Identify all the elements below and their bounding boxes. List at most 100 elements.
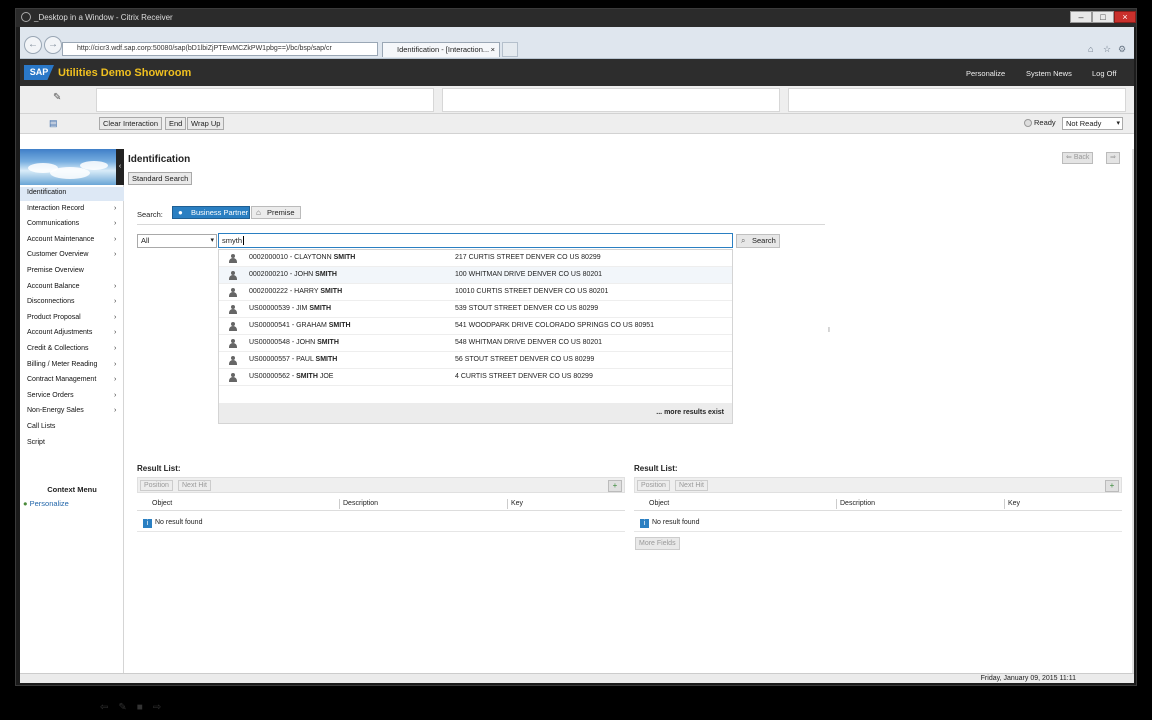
sidebar-item-script[interactable]: Script [20,437,124,451]
suggestion-match: SMITH [309,305,332,312]
info-icon: i [143,519,152,528]
back-button[interactable]: ⇐ Back [1062,152,1094,164]
edit-note-icon[interactable]: ✎ [53,92,61,103]
suggestion-address: 548 WHITMAN DRIVE DENVER CO US 80201 [455,339,603,346]
log-off-link[interactable]: Log Off [1092,69,1116,78]
vertical-scrollbar[interactable] [1132,149,1134,673]
next-hit-button-right[interactable]: Next Hit [675,480,708,491]
sidebar-item-product-proposal[interactable]: Product Proposal › [20,312,124,326]
chevron-right-icon: › [114,235,117,243]
col-description[interactable]: Description [840,497,875,511]
directory-icon[interactable]: ▤ [49,118,58,129]
suggestion-item[interactable]: 0002000010 - CLAYTONN SMITH 217 CURTIS ST… [219,250,732,267]
nav-collapse-toggle[interactable]: ‹ [116,149,124,185]
premise-tab[interactable]: ⌂ Premise [251,206,301,219]
forward-arrow-icon[interactable]: → [44,36,62,54]
clear-interaction-button[interactable]: Clear Interaction [99,117,163,130]
back-arrow-icon[interactable]: ⇦ [100,702,118,713]
monitor-icon[interactable]: ■ [137,702,153,713]
url-input[interactable]: http://cicr3.wdf.sap.corp:50080/sap(bD1l… [62,42,378,56]
suggestion-item[interactable]: 0002000222 - HARRY SMITH 10010 CURTIS STR… [219,284,732,301]
minimize-button[interactable]: – [1070,11,1092,23]
context-personalize-label: Personalize [29,499,69,508]
browser-tab-identification[interactable]: Identification - [Interaction... × [382,42,500,57]
sidebar-item-contract-management[interactable]: Contract Management › [20,374,124,388]
person-icon [229,322,237,331]
col-object[interactable]: Object [152,497,172,511]
end-button[interactable]: End [165,117,187,130]
next-hit-button-left[interactable]: Next Hit [178,480,211,491]
home-icon[interactable]: ⌂ [1088,44,1093,54]
sidebar-item-identification[interactable]: Identification [20,187,124,201]
add-person-icon[interactable]: + [608,480,622,492]
business-partner-tab[interactable]: ● Business Partner [172,206,250,219]
position-button-right[interactable]: Position [637,480,670,491]
forward-arrow-icon[interactable]: ⇨ [153,702,171,713]
suggestion-name: 0002000010 - CLAYTONN SMITH [249,250,355,266]
sidebar-item-account-adjustments[interactable]: Account Adjustments › [20,327,124,341]
new-tab-button[interactable] [502,42,518,57]
suggestion-id: 0002000010 - CLAYTONN [249,254,334,261]
sidebar-item-account-maintenance[interactable]: Account Maintenance › [20,234,124,248]
back-arrow-icon[interactable]: ← [24,36,42,54]
suggestion-item[interactable]: US00000562 - SMITH JOE 4 CURTIS STREET DE… [219,369,732,386]
sidebar-item-service-orders[interactable]: Service Orders › [20,390,124,404]
availability-select[interactable]: Not Ready ▾ [1062,117,1123,130]
wrap-up-button[interactable]: Wrap Up [187,117,225,130]
chevron-right-icon: › [114,391,117,399]
col-object[interactable]: Object [649,497,669,511]
window-titlebar[interactable]: _Desktop in a Window - Citrix Receiver –… [16,9,1136,27]
context-personalize-link[interactable]: ● Personalize [23,499,69,508]
maximize-button[interactable]: □ [1092,11,1114,23]
tab-close-icon[interactable]: × [491,43,495,57]
sidebar-item-customer-overview[interactable]: Customer Overview › [20,249,124,263]
browser-window: ← → http://cicr3.wdf.sap.corp:50080/sap(… [20,27,1134,683]
page-title: Identification [128,154,191,165]
sidebar-item-non-energy-sales[interactable]: Non-Energy Sales › [20,405,124,419]
suggestion-id: 0002000210 - JOHN [249,271,316,278]
suggestion-item[interactable]: US00000541 - GRAHAM SMITH 541 WOODPARK DR… [219,318,732,335]
chevron-down-icon: ▾ [1116,120,1120,127]
favorites-star-icon[interactable]: ☆ [1103,44,1111,55]
suggestion-item[interactable]: US00000557 - PAUL SMITH 56 STOUT STREET D… [219,352,732,369]
sidebar-item-disconnections[interactable]: Disconnections › [20,296,124,310]
chevron-right-icon: › [114,220,117,228]
sidebar-item-communications[interactable]: Communications › [20,218,124,232]
system-news-link[interactable]: System News [1026,69,1072,78]
sidebar-item-interaction-record[interactable]: Interaction Record › [20,203,124,217]
sidebar-item-account-balance[interactable]: Account Balance › [20,281,124,295]
sidebar-item-billing-meter-reading[interactable]: Billing / Meter Reading › [20,359,124,373]
suggestion-address: 539 STOUT STREET DENVER CO US 80299 [455,305,599,312]
sidebar-item-call-lists[interactable]: Call Lists [20,421,124,435]
position-button-left[interactable]: Position [140,480,173,491]
search-scope-select[interactable]: All ▾ [137,234,217,248]
col-key[interactable]: Key [511,497,523,511]
suggestion-name: US00000562 - SMITH JOE [249,369,333,385]
no-result-message-left: i No result found [143,517,202,529]
add-person-icon[interactable]: + [1105,480,1119,492]
more-fields-button[interactable]: More Fields [635,537,680,550]
suggestion-item[interactable]: 0002000210 - JOHN SMITH 100 WHITMAN DRIVE… [219,267,732,284]
ready-status-icon[interactable] [1024,119,1032,127]
suggestion-item[interactable]: US00000548 - JOHN SMITH 548 WHITMAN DRIVE… [219,335,732,352]
personalize-link[interactable]: Personalize [966,69,1005,78]
sidebar-item-credit-collections[interactable]: Credit & Collections › [20,343,124,357]
pen-icon[interactable]: ✎ [118,702,136,713]
close-window-button[interactable]: × [1114,11,1136,23]
sidebar-item-premise-overview[interactable]: Premise Overview [20,265,124,279]
sidebar-item-label: Communications [27,220,80,228]
chevron-down-icon: ▾ [210,237,214,244]
search-button[interactable]: ⌕ Search [736,234,780,248]
more-results-link[interactable]: ... more results exist [219,403,732,423]
gear-icon[interactable]: ⚙ [1118,44,1126,55]
col-description[interactable]: Description [343,497,378,511]
forward-button[interactable]: ⇒ [1106,152,1120,164]
business-partner-label: Business Partner [191,208,249,217]
back-button-label: Back [1073,154,1090,161]
sidebar-item-label: Account Maintenance [27,235,95,243]
search-input[interactable]: smyth [218,233,733,248]
standard-search-button[interactable]: Standard Search [128,172,193,185]
suggestion-item[interactable]: US00000539 - JIM SMITH 539 STOUT STREET D… [219,301,732,318]
sidebar-item-label: Billing / Meter Reading [27,360,98,368]
col-key[interactable]: Key [1008,497,1020,511]
